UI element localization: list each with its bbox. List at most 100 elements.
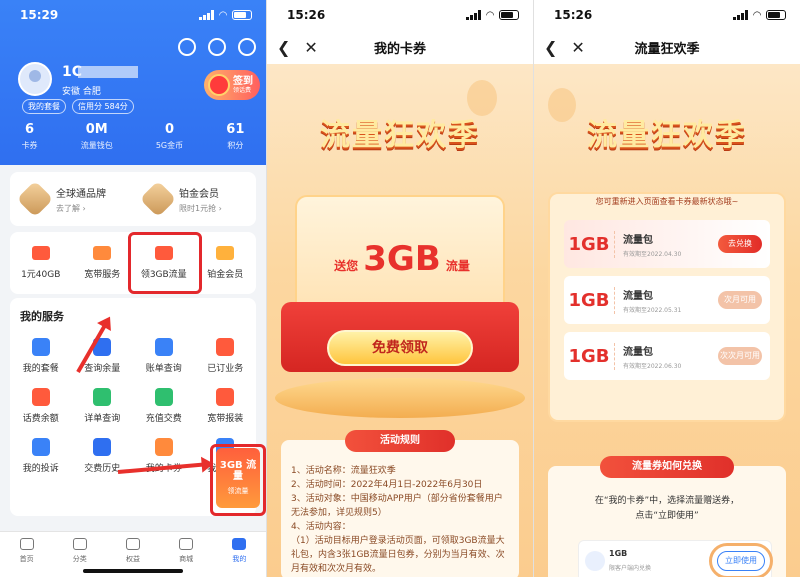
doc-icon bbox=[216, 338, 235, 356]
back-icon[interactable]: ❮ bbox=[544, 38, 557, 57]
gift-suffix: 流量 bbox=[445, 259, 470, 273]
coin-icon bbox=[154, 388, 173, 406]
stat-data-wallet[interactable]: 0M 流量钱包 bbox=[81, 122, 113, 151]
event-banner-title: 流量狂欢季 bbox=[320, 118, 480, 153]
gift-prefix: 送您 bbox=[334, 259, 359, 273]
wifi-icon: ◠ bbox=[486, 9, 494, 21]
signal-icon bbox=[733, 10, 749, 20]
stat-coupons[interactable]: 6 卡券 bbox=[22, 122, 38, 151]
rule-line: （1）活动目标用户登录活动页面，可领取3GB流量大礼包，内含3张1GB流量日包券… bbox=[291, 536, 505, 574]
rule-line: 3、活动对象：中国移动APP用户（部分省份套餐用户无法参加，详见规则5） bbox=[291, 494, 503, 518]
profile-header: 15:29 ◠ 1C 安徽 合肥 我的套餐 信用分 584分 签到 领话费 6 … bbox=[0, 0, 266, 165]
settings-gear-icon[interactable] bbox=[178, 38, 196, 56]
promo-platinum[interactable]: 铂金会员 限时1元抢 › bbox=[133, 172, 256, 226]
page-title: 流量狂欢季 bbox=[634, 41, 700, 57]
quick-1yuan-40gb[interactable]: 1元40GB bbox=[11, 246, 71, 280]
coupon-expiry: 有效期至2022.04.30 bbox=[623, 250, 682, 258]
coupon-icon bbox=[154, 438, 173, 456]
nav-bar: ❮ ✕ 流量狂欢季 bbox=[534, 30, 800, 64]
coupon-amount: 1GB bbox=[568, 345, 610, 367]
category-icon bbox=[72, 538, 87, 550]
promo-card: 全球通品牌 去了解 › 铂金会员 限时1元抢 › bbox=[10, 172, 256, 226]
status-time: 15:29 bbox=[20, 8, 59, 22]
services-title: 我的服务 bbox=[20, 310, 64, 323]
coupon-expiry: 有效期至2022.06.30 bbox=[623, 362, 682, 370]
service-broadband-install[interactable]: 宽带报装 bbox=[195, 388, 257, 424]
stats-row: 6 卡券 0M 流量钱包 0 5G金币 61 积分 bbox=[0, 122, 266, 151]
coupon-icon bbox=[585, 551, 605, 571]
vip-icon bbox=[216, 246, 235, 260]
how-line-2: 点击“立即使用” bbox=[635, 511, 699, 521]
service-my-plan[interactable]: 我的套餐 bbox=[10, 338, 72, 374]
rule-line: 2、活动时间：2022年4月1日-2022年6月30日 bbox=[291, 480, 483, 490]
status-time: 15:26 bbox=[287, 8, 326, 22]
battery-icon bbox=[232, 10, 252, 20]
free-claim-button[interactable]: 免费领取 bbox=[327, 330, 473, 366]
sample-coupon: 1GB 限客户端内兑换 立即使用 bbox=[578, 540, 773, 577]
signin-title: 签到 bbox=[233, 75, 253, 87]
coupon-item: 1GB 流量包 有效期至2022.05.31 次月可用 bbox=[564, 276, 770, 324]
stat-5g-coins[interactable]: 0 5G金币 bbox=[156, 122, 183, 151]
highlight-get-3gb bbox=[128, 232, 202, 294]
service-complaint[interactable]: 我的投诉 bbox=[10, 438, 72, 474]
data-card-icon bbox=[31, 246, 50, 260]
yen-icon bbox=[154, 338, 173, 356]
rules-card: 活动规则 1、活动名称：流量狂欢季 2、活动时间：2022年4月1日-2022年… bbox=[281, 430, 519, 577]
coupon-name: 流量包 bbox=[623, 346, 653, 358]
close-icon[interactable]: ✕ bbox=[304, 38, 317, 57]
avatar[interactable] bbox=[18, 62, 52, 96]
shop-icon bbox=[179, 538, 194, 550]
tag-credit-score[interactable]: 信用分 584分 bbox=[72, 99, 134, 114]
how-line-1: 在“我的卡券”中，选择流量赠送券， bbox=[594, 496, 740, 506]
promo-global-brand[interactable]: 全球通品牌 去了解 › bbox=[10, 172, 133, 226]
stage-decoration bbox=[275, 378, 525, 418]
close-icon[interactable]: ✕ bbox=[571, 38, 584, 57]
list-icon bbox=[93, 388, 112, 406]
signin-sub: 领话费 bbox=[233, 86, 252, 94]
service-bill-query[interactable]: 账单查询 bbox=[133, 338, 195, 374]
quick-broadband[interactable]: 宽带服务 bbox=[72, 246, 132, 280]
plan-icon bbox=[31, 338, 50, 356]
sample-sub: 限客户端内兑换 bbox=[609, 565, 652, 572]
rule-line: 1、活动名称：流量狂欢季 bbox=[291, 466, 396, 476]
page-title: 我的卡券 bbox=[373, 41, 426, 57]
back-icon[interactable]: ❮ bbox=[277, 38, 290, 57]
user-location: 安徽 合肥 bbox=[62, 87, 101, 97]
service-detail-query[interactable]: 详单查询 bbox=[72, 388, 134, 424]
home-indicator bbox=[83, 569, 183, 573]
tab-home[interactable]: 首页 bbox=[7, 538, 47, 577]
tag-my-plan[interactable]: 我的套餐 bbox=[22, 99, 66, 114]
coupon-event-page: 15:26 ◠ ❮ ✕ 我的卡券 流量狂欢季 送您 3GB 流量 免费领取 活动… bbox=[267, 0, 533, 577]
gift-icon bbox=[208, 74, 230, 96]
redeem-button[interactable]: 去兑换 bbox=[718, 235, 762, 253]
wifi-icon: ◠ bbox=[753, 9, 761, 21]
next-month-button: 次月可用 bbox=[718, 291, 762, 309]
broadband-icon bbox=[216, 388, 235, 406]
home-icon bbox=[19, 538, 34, 550]
signin-button[interactable]: 签到 领话费 bbox=[204, 70, 260, 100]
status-notice: 您可重新进入页面查看卡券最新状态哦~ bbox=[595, 197, 739, 206]
coupon-amount: 1GB bbox=[568, 289, 610, 311]
service-phone-balance[interactable]: 话费余额 bbox=[10, 388, 72, 424]
status-time: 15:26 bbox=[554, 8, 593, 22]
how-to-redeem-card: 流量券如何兑换 在“我的卡券”中，选择流量赠送券， 点击“立即使用” 1GB 限… bbox=[548, 456, 786, 577]
how-title: 流量券如何兑换 bbox=[600, 456, 734, 478]
tab-mine[interactable]: 我的 bbox=[219, 538, 259, 577]
diamond-icon bbox=[125, 538, 140, 550]
stat-points[interactable]: 61 积分 bbox=[226, 122, 244, 151]
coupon-item: 1GB 流量包 有效期至2022.06.30 次次月可用 bbox=[564, 332, 770, 380]
username-mask bbox=[78, 66, 138, 78]
quick-platinum[interactable]: 铂金会员 bbox=[195, 246, 255, 280]
event-banner-title: 流量狂欢季 bbox=[587, 118, 747, 153]
use-now-highlight bbox=[709, 543, 773, 577]
message-icon[interactable] bbox=[238, 38, 256, 56]
service-subscriptions[interactable]: 已订业务 bbox=[195, 338, 257, 374]
mobile-app-my-page: 15:29 ◠ 1C 安徽 合肥 我的套餐 信用分 584分 签到 领话费 6 … bbox=[0, 0, 266, 577]
coupon-item: 1GB 流量包 有效期至2022.04.30 去兑换 bbox=[564, 220, 770, 268]
status-bar: 15:26 ◠ bbox=[267, 0, 533, 30]
service-recharge[interactable]: 充值交费 bbox=[133, 388, 195, 424]
rules-title: 活动规则 bbox=[345, 430, 455, 452]
battery-icon bbox=[499, 10, 519, 20]
location-pin-icon bbox=[31, 438, 50, 456]
headset-icon[interactable] bbox=[208, 38, 226, 56]
